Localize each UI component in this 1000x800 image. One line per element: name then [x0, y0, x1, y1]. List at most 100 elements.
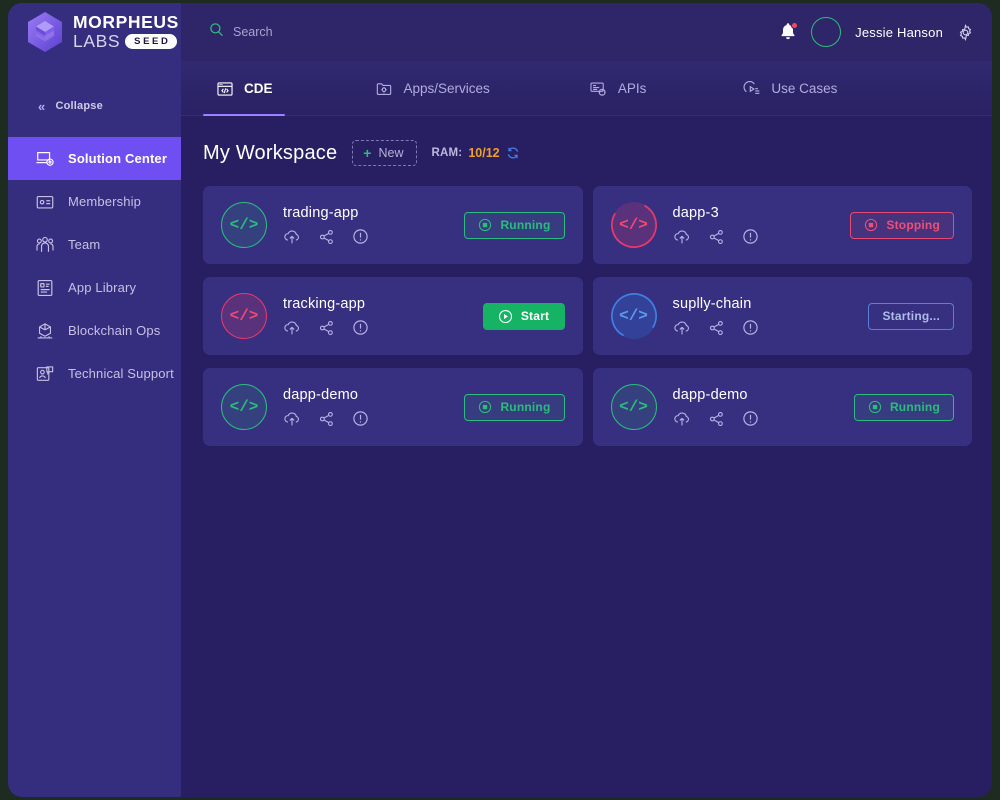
- app-avatar: </>: [221, 384, 267, 430]
- tab-label: APIs: [617, 81, 647, 96]
- cloud-upload-icon[interactable]: [673, 229, 691, 245]
- workspace-card[interactable]: </> dapp-3 Stopping: [592, 186, 972, 264]
- hexagon-cube-logo-icon: [26, 11, 64, 53]
- folder-gear-icon: [375, 79, 394, 98]
- stop-square-icon: [478, 218, 492, 232]
- support-agent-icon: [34, 363, 55, 384]
- status-badge[interactable]: Start: [482, 302, 565, 330]
- workspace-card[interactable]: </> trading-app Running: [203, 186, 583, 264]
- team-people-icon: [34, 234, 55, 255]
- gear-icon[interactable]: [957, 23, 974, 41]
- search-bar[interactable]: [209, 22, 493, 42]
- username-label: Jessie Hanson: [855, 24, 943, 40]
- status-badge[interactable]: Stopping: [850, 211, 954, 239]
- app-library-icon: [34, 277, 55, 298]
- cloud-upload-icon[interactable]: [283, 320, 301, 336]
- sidebar-item-label: Technical Support: [68, 366, 174, 381]
- brand-line-2: LABS: [73, 30, 121, 51]
- top-bar-right: Jessie Hanson: [779, 17, 992, 47]
- card-actions: [673, 228, 851, 245]
- brand-logo[interactable]: MORPHEUS LABS SEED: [8, 3, 181, 61]
- membership-card-icon: [34, 191, 55, 212]
- sidebar-item-team[interactable]: Team: [8, 223, 181, 266]
- status-label: Running: [500, 218, 551, 232]
- notifications-button[interactable]: [779, 22, 799, 45]
- share-nodes-icon[interactable]: [708, 320, 725, 336]
- workspace-content: My Workspace + New RAM: 10/12 </> tradin…: [181, 116, 992, 797]
- app-avatar: </>: [221, 202, 267, 248]
- sidebar-item-label: App Library: [68, 280, 137, 295]
- page-title: My Workspace: [203, 141, 338, 164]
- app-avatar: </>: [610, 202, 657, 248]
- status-label: Starting...: [882, 309, 940, 323]
- cloud-upload-icon[interactable]: [283, 411, 301, 427]
- info-circle-icon[interactable]: [742, 228, 759, 245]
- card-actions: [283, 319, 483, 336]
- app-body: « Collapse Solution Center Membership Te…: [8, 61, 992, 797]
- solution-center-icon: [34, 148, 55, 169]
- share-nodes-icon[interactable]: [318, 411, 335, 427]
- info-circle-icon[interactable]: [352, 319, 369, 336]
- collapse-button[interactable]: « Collapse: [8, 93, 181, 119]
- sidebar-item-label: Membership: [68, 194, 142, 209]
- share-nodes-icon[interactable]: [708, 229, 725, 245]
- info-circle-icon[interactable]: [742, 319, 759, 336]
- tab-apps-services[interactable]: Apps/Services: [363, 61, 502, 116]
- app-window: MORPHEUS LABS SEED Search Jessie Hanson …: [8, 3, 992, 797]
- ram-indicator: RAM: 10/12: [432, 146, 520, 160]
- info-circle-icon[interactable]: [742, 410, 759, 427]
- ram-label: RAM:: [431, 147, 463, 159]
- top-bar: MORPHEUS LABS SEED Search Jessie Hanson: [8, 3, 992, 61]
- cloud-upload-icon[interactable]: [673, 320, 691, 336]
- card-actions: [283, 228, 464, 245]
- tab-use-cases[interactable]: Use Cases: [730, 61, 849, 116]
- card-actions: [283, 410, 464, 427]
- sidebar-item-blockchain-ops[interactable]: Blockchain Ops: [8, 309, 181, 352]
- sidebar-item-membership[interactable]: Membership: [8, 180, 181, 223]
- card-actions: [673, 319, 869, 336]
- workspace-header: My Workspace + New RAM: 10/12: [203, 138, 972, 168]
- card-title: trading-app: [283, 205, 359, 221]
- play-circle-icon: [498, 309, 513, 324]
- status-badge[interactable]: Running: [464, 211, 565, 239]
- new-workspace-button[interactable]: + New: [352, 140, 417, 166]
- workspace-card-grid: </> trading-app Running </> dapp-3 Stopp…: [203, 186, 972, 446]
- refresh-icon[interactable]: [506, 146, 520, 160]
- status-label: Stopping: [886, 218, 940, 232]
- tab-label: Apps/Services: [403, 81, 490, 96]
- workspace-card[interactable]: </> dapp-demo Running: [203, 368, 583, 446]
- tab-apis[interactable]: APIs: [577, 61, 659, 116]
- stop-square-icon: [868, 400, 882, 414]
- share-nodes-icon[interactable]: [318, 229, 335, 245]
- play-list-icon: [742, 79, 761, 98]
- status-label: Running: [889, 400, 940, 414]
- info-circle-icon[interactable]: [352, 228, 369, 245]
- workspace-card[interactable]: </> dapp-demo Running: [592, 368, 972, 446]
- status-badge[interactable]: Running: [853, 393, 954, 421]
- browser-code-icon: [215, 79, 234, 98]
- share-nodes-icon[interactable]: [318, 320, 335, 336]
- workspace-card[interactable]: </> tracking-app Start: [203, 277, 583, 355]
- app-avatar: </>: [221, 293, 267, 339]
- workspace-card[interactable]: </> suplly-chain Starting...: [592, 277, 972, 355]
- collapse-label: Collapse: [55, 100, 103, 112]
- code-glyph: </>: [619, 307, 648, 325]
- card-title: suplly-chain: [672, 296, 752, 312]
- search-input[interactable]: [233, 25, 493, 39]
- sidebar-item-technical-support[interactable]: Technical Support: [8, 352, 181, 395]
- share-nodes-icon[interactable]: [708, 411, 725, 427]
- chevron-double-left-icon: «: [38, 98, 46, 114]
- bell-icon: [779, 23, 797, 45]
- sidebar-item-app-library[interactable]: App Library: [8, 266, 181, 309]
- cloud-upload-icon[interactable]: [673, 411, 691, 427]
- tab-label: Use Cases: [771, 81, 838, 96]
- stop-square-icon: [864, 218, 878, 232]
- tab-cde[interactable]: CDE: [203, 61, 285, 116]
- avatar[interactable]: [811, 17, 842, 47]
- info-circle-icon[interactable]: [352, 410, 369, 427]
- status-badge[interactable]: Starting...: [868, 302, 954, 330]
- sidebar-item-solution-center[interactable]: Solution Center: [8, 137, 181, 180]
- cloud-upload-icon[interactable]: [283, 229, 301, 245]
- brand-badge: SEED: [125, 34, 178, 49]
- status-badge[interactable]: Running: [464, 393, 565, 421]
